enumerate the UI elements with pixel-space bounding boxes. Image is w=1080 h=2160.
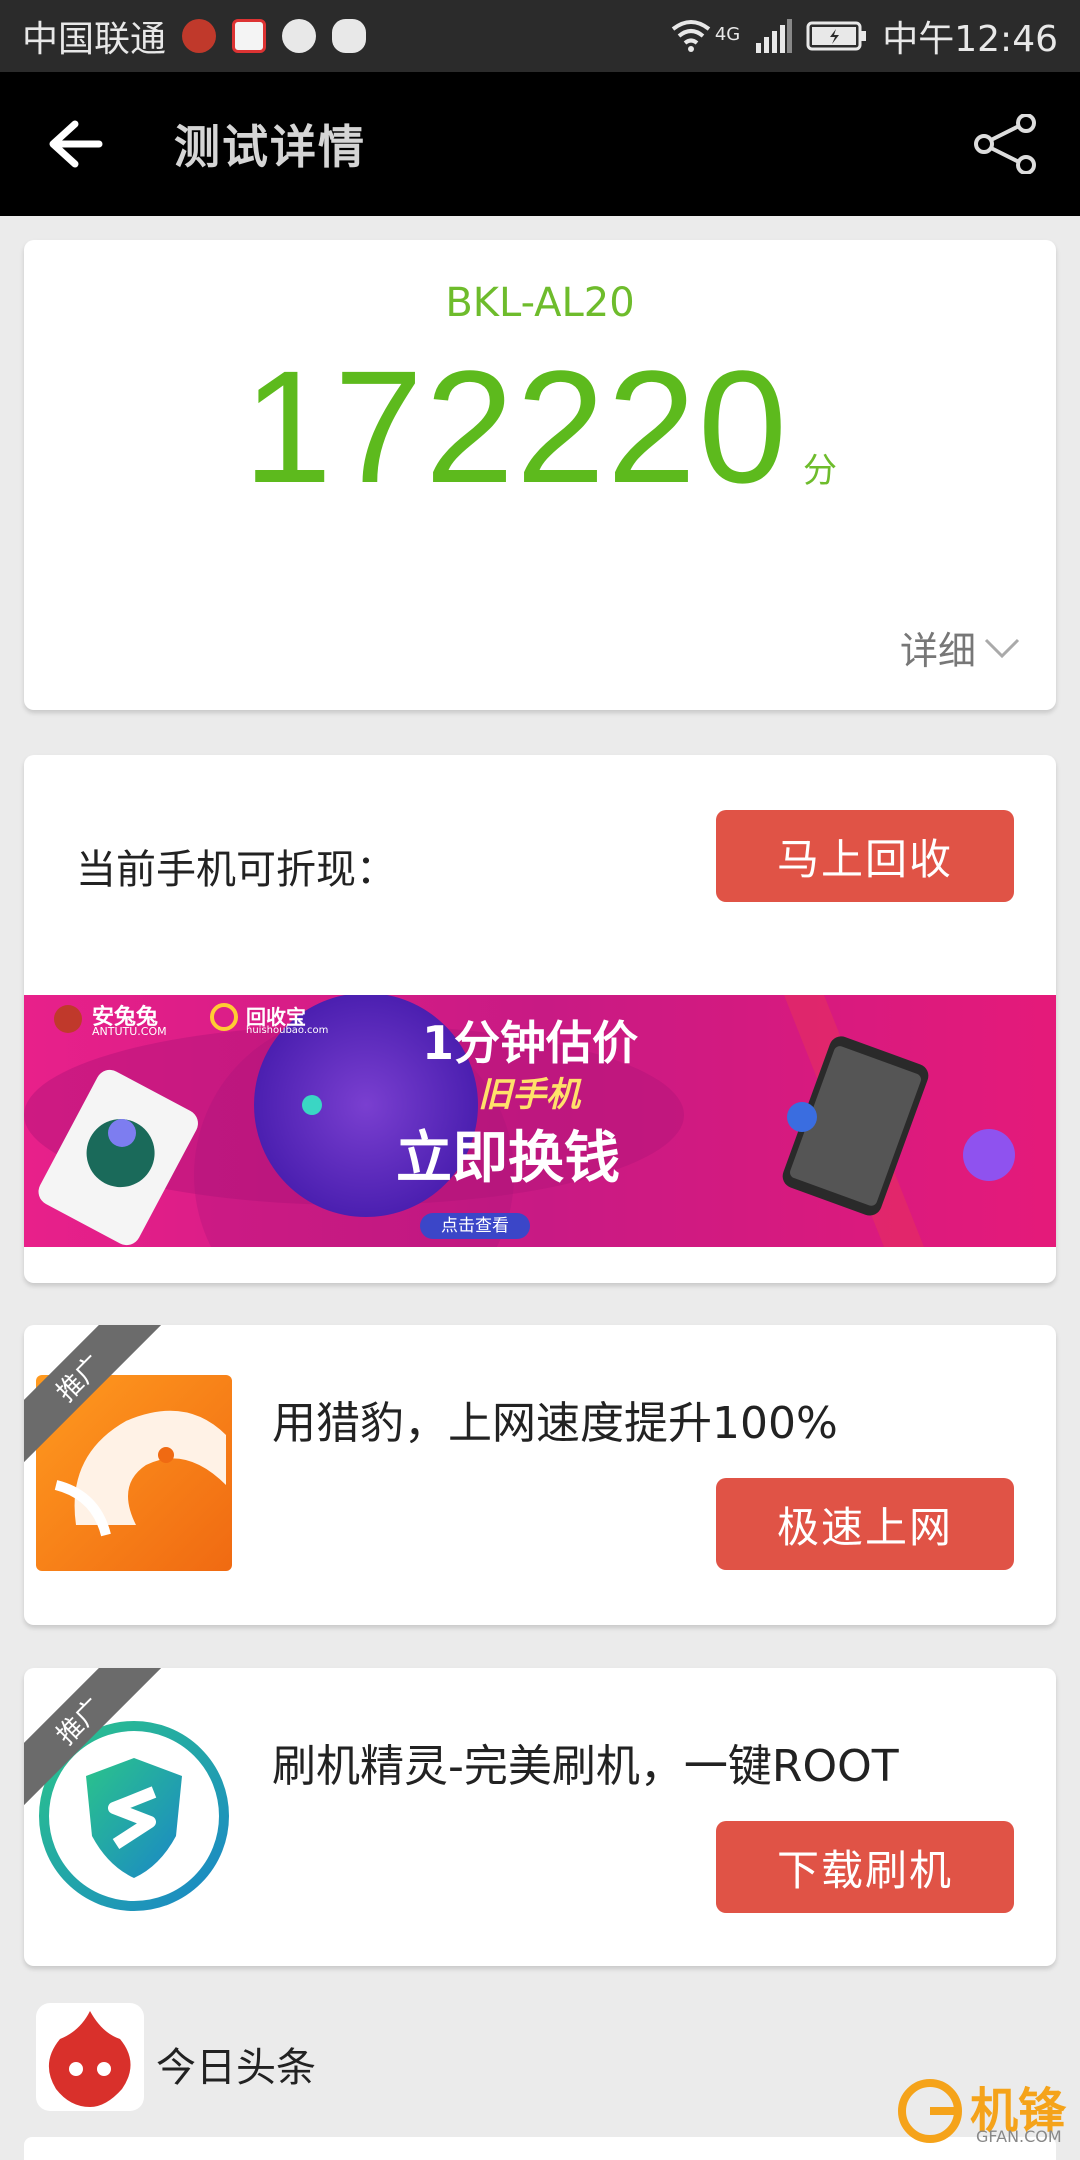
huawei-notification-icon <box>182 19 217 53</box>
carrier-name: 中国联通 <box>22 19 167 60</box>
back-button[interactable] <box>0 72 150 216</box>
score-row: 172220 分 <box>24 335 1056 519</box>
message-notification-icon <box>282 19 317 53</box>
page-title: 测试详情 <box>174 120 366 174</box>
device-model: BKL-AL20 <box>445 280 635 326</box>
gfan-watermark: 机锋 GFAN.COM <box>890 2055 1080 2155</box>
status-left: 中国联通 <box>22 10 367 62</box>
banner-subline: 旧手机 <box>478 1075 580 1115</box>
status-bar: 中国联通 4G 中午12:46 <box>0 0 1080 72</box>
benchmark-score: 172220 <box>243 337 789 516</box>
fast-browse-button[interactable]: 极速上网 <box>716 1478 1014 1570</box>
recycle-card: 当前手机可折现： 马上回收 安兔兔 ANTUTU.COM 回收宝 huishou… <box>24 755 1056 1283</box>
detail-toggle[interactable]: 详细 <box>900 620 1022 675</box>
ad-card-cheetah[interactable]: 推广 用猎豹，上网速度提升100% 极速上网 <box>24 1325 1056 1625</box>
ad-card-shuaji[interactable]: 推广 刷机精灵-完美刷机，一键ROOT 下载刷机 <box>24 1668 1056 1966</box>
ad-text: 用猎豹，上网速度提升100% <box>272 1398 838 1449</box>
detail-label: 详细 <box>899 629 976 673</box>
recycle-banner[interactable]: 安兔兔 ANTUTU.COM 回收宝 huishoubao.com 1分钟估价 … <box>24 993 1056 1283</box>
score-unit: 分 <box>802 451 837 491</box>
shield-notification-icon <box>332 19 367 53</box>
antutu-logo-icon <box>36 2003 144 2111</box>
signal-icon <box>756 19 793 53</box>
recycle-now-button[interactable]: 马上回收 <box>716 810 1014 902</box>
share-icon <box>974 114 1036 174</box>
arrow-left-icon <box>49 120 103 168</box>
ad-text: 刷机精灵-完美刷机，一键ROOT <box>272 1741 899 1792</box>
banner-slogan: 立即换钱 <box>396 1126 620 1191</box>
clock: 中午12:46 <box>882 19 1058 60</box>
banner-brand-antutu-sub: ANTUTU.COM <box>92 1025 167 1038</box>
share-button[interactable] <box>956 94 1056 194</box>
download-flash-button[interactable]: 下载刷机 <box>716 1821 1014 1913</box>
watermark-sub: GFAN.COM <box>976 2127 1062 2146</box>
battery-charging-icon <box>806 21 867 51</box>
wifi-icon <box>671 20 711 52</box>
news-source-label[interactable]: 今日头条 <box>156 2035 316 2093</box>
chevron-down-icon <box>984 638 1020 658</box>
banner-brand-huishoubao-sub: huishoubao.com <box>246 1025 329 1036</box>
app-bar: 测试详情 <box>0 72 1080 216</box>
banner-headline: 1分钟估价 <box>422 1016 639 1070</box>
banner-cta[interactable]: 点击查看 <box>420 1213 530 1239</box>
score-card: BKL-AL20 172220 分 详细 <box>24 240 1056 710</box>
app-notification-icon <box>232 19 267 53</box>
status-right: 4G 中午12:46 <box>671 10 1058 62</box>
network-type-label: 4G <box>714 24 741 45</box>
recycle-label: 当前手机可折现： <box>76 847 396 893</box>
